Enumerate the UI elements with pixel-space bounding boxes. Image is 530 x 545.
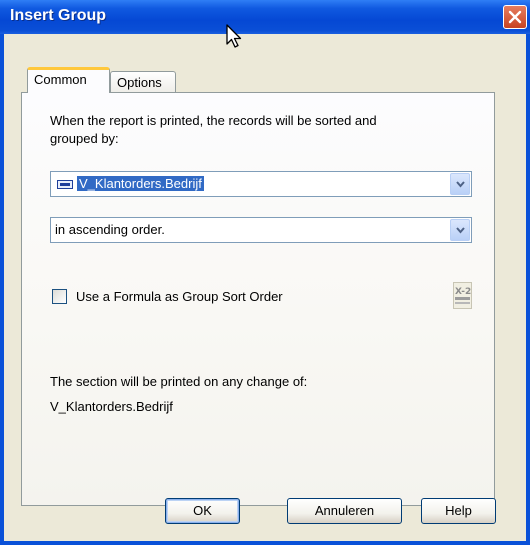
formula-editor-icon: X-2 (455, 287, 471, 304)
use-formula-label[interactable]: Use a Formula as Group Sort Order (76, 288, 283, 305)
tab-common-label: Common (34, 72, 87, 87)
section-info-field: V_Klantorders.Bedrijf (50, 399, 173, 414)
ok-button[interactable]: OK (165, 498, 240, 524)
tab-common[interactable]: Common (27, 67, 110, 93)
window-title: Insert Group (10, 7, 107, 24)
title-bar[interactable]: Insert Group (0, 0, 530, 34)
use-formula-checkbox[interactable] (52, 289, 67, 304)
group-field-dropdown-button[interactable] (450, 173, 470, 195)
sort-order-value: in ascending order. (55, 222, 165, 237)
mouse-cursor-icon (226, 24, 242, 48)
tab-options-label: Options (117, 75, 162, 90)
cancel-button[interactable]: Annuleren (287, 498, 402, 524)
formula-editor-button[interactable]: X-2 (453, 282, 472, 309)
svg-text:X-2: X-2 (455, 287, 471, 297)
database-field-icon (57, 180, 73, 189)
help-button[interactable]: Help (421, 498, 496, 524)
close-icon (508, 10, 522, 24)
sort-order-select[interactable]: in ascending order. (50, 217, 472, 243)
dialog-window: Insert Group Common Options When the rep… (0, 0, 530, 545)
group-field-value: V_Klantorders.Bedrijf (77, 176, 204, 191)
sort-order-dropdown-button[interactable] (450, 219, 470, 241)
chevron-down-icon (456, 227, 465, 234)
group-field-select[interactable]: V_Klantorders.Bedrijf (50, 171, 472, 197)
close-button[interactable] (503, 5, 527, 29)
section-info-text: The section will be printed on any chang… (50, 374, 308, 389)
chevron-down-icon (456, 181, 465, 188)
instruction-text-line1: When the report is printed, the records … (50, 113, 377, 128)
instruction-text-line2: grouped by: (50, 131, 119, 146)
